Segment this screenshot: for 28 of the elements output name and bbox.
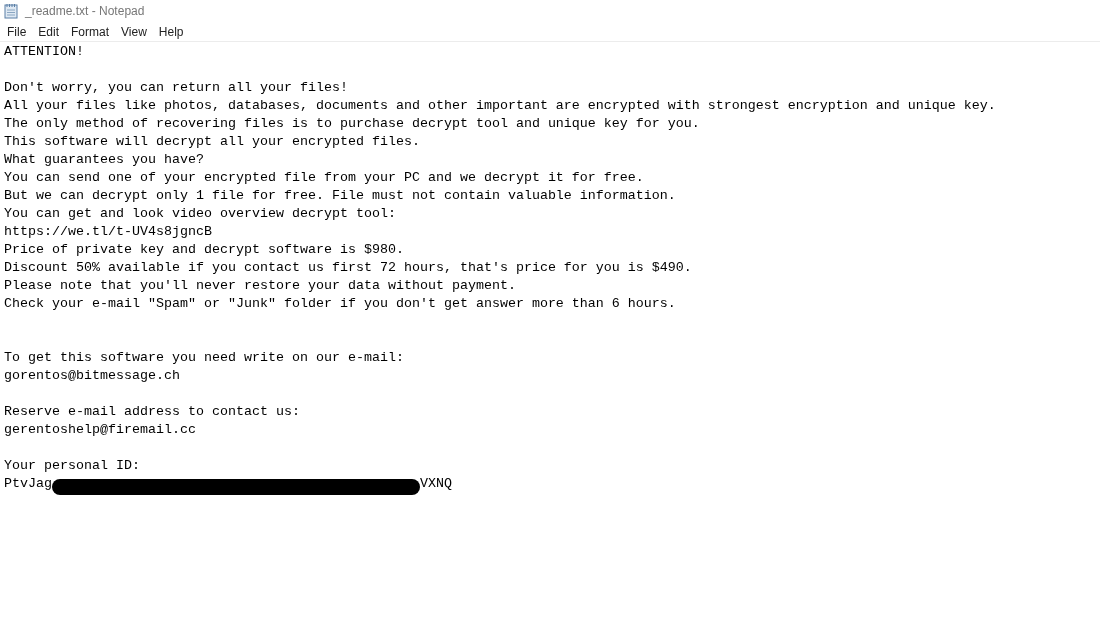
text-line: PtvJag — [4, 475, 52, 493]
text-line: To get this software you need write on our e-mail: — [4, 349, 404, 367]
text-line: gerentoshelp@firemail.cc — [4, 421, 196, 439]
menu-item[interactable]: Format — [65, 22, 116, 41]
menu-item[interactable]: View — [115, 22, 153, 41]
notepad-icon — [3, 3, 19, 19]
text-line: Check your e-mail "Spam" or "Junk" folder if you don't get answer more than 6 hours. — [4, 295, 676, 313]
text-line: Discount 50% available if you contact us first 72 hours, that's price for you is $490. — [4, 259, 692, 277]
text-line: This software will decrypt all your encrypted files. — [4, 133, 420, 151]
text-line: Price of private key and decrypt software is $980. — [4, 241, 404, 259]
text-line: VXNQ — [420, 475, 452, 493]
text-line: Reserve e-mail address to contact us: — [4, 403, 300, 421]
menu-item[interactable]: File — [1, 22, 33, 41]
text-line: Don't worry, you can return all your files! — [4, 79, 348, 97]
text-line: But we can decrypt only 1 file for free. File must not contain valuable information. — [4, 187, 676, 205]
text-line: https://we.tl/t-UV4s8jgncB — [4, 223, 212, 241]
text-line: The only method of recovering files is to purchase decrypt tool and unique key for you. — [4, 115, 700, 133]
text-line: ATTENTION! — [4, 43, 84, 61]
text-line: Your personal ID: — [4, 457, 140, 475]
menu-item[interactable]: Edit — [32, 22, 66, 41]
menu-item[interactable]: Help — [152, 22, 190, 41]
text-line: Please note that you'll never restore your data without payment. — [4, 277, 516, 295]
text-line: You can send one of your encrypted file from your PC and we decrypt it for free. — [4, 169, 644, 187]
text-line: gorentos@bitmessage.ch — [4, 367, 180, 385]
text-line: You can get and look video overview decrypt tool: — [4, 205, 396, 223]
text-line: All your files like photos, databases, documents and other important are encrypted with strongest encryption and unique key. — [4, 97, 996, 115]
window-title: _readme.txt - Notepad — [25, 3, 145, 20]
text-line: What guarantees you have? — [4, 151, 204, 169]
